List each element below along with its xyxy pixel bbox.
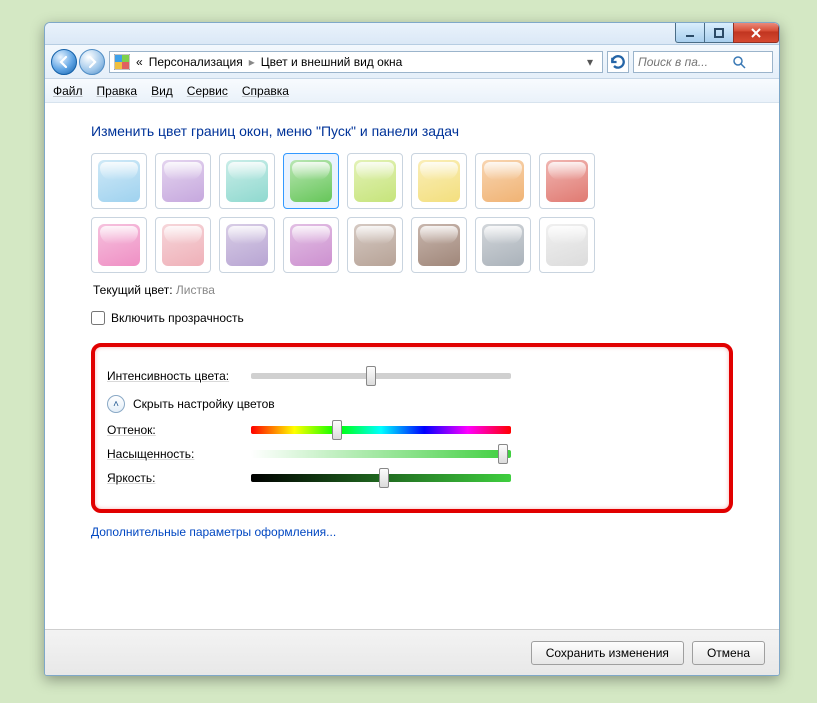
minimize-button[interactable] (675, 23, 705, 43)
brightness-thumb[interactable] (379, 468, 389, 488)
color-swatch-chocolate[interactable] (411, 217, 467, 273)
refresh-button[interactable] (607, 51, 629, 73)
hue-row: Оттенок: (107, 423, 713, 437)
current-color-label: Текущий цвет: (93, 283, 173, 297)
title-bar (45, 23, 779, 45)
color-swatch-taupe[interactable] (347, 217, 403, 273)
color-swatch-lavender[interactable] (283, 217, 339, 273)
color-swatch-ruby[interactable] (539, 153, 595, 209)
brightness-label: Яркость: (107, 471, 239, 485)
brightness-slider[interactable] (251, 474, 511, 482)
menu-view[interactable]: Вид (151, 84, 173, 98)
intensity-slider[interactable] (251, 373, 511, 379)
current-color-value: Листва (176, 283, 215, 297)
saturation-label: Насыщенность: (107, 447, 239, 461)
menu-bar: Файл Правка Вид Сервис Справка (45, 79, 779, 103)
color-swatch-pumpkin[interactable] (475, 153, 531, 209)
chevron-up-icon: ˄ (107, 395, 125, 413)
maximize-button[interactable] (704, 23, 734, 43)
breadcrumb-prefix: « (136, 55, 143, 69)
search-input[interactable] (638, 55, 728, 69)
close-button[interactable] (733, 23, 779, 43)
page-title: Изменить цвет границ окон, меню "Пуск" и… (91, 123, 733, 139)
transparency-checkbox[interactable]: Включить прозрачность (91, 311, 733, 325)
hue-slider[interactable] (251, 426, 511, 434)
color-swatch-slate[interactable] (475, 217, 531, 273)
breadcrumb-sep-icon: ▸ (249, 55, 255, 69)
content-area: Изменить цвет границ окон, меню "Пуск" и… (45, 103, 779, 629)
color-swatch-sea[interactable] (219, 153, 275, 209)
brightness-row: Яркость: (107, 471, 713, 485)
address-dropdown-icon[interactable]: ▾ (582, 55, 598, 69)
back-button[interactable] (51, 49, 77, 75)
search-icon (732, 55, 746, 69)
personalization-icon (114, 54, 130, 70)
saturation-thumb[interactable] (498, 444, 508, 464)
color-swatch-twilight[interactable] (155, 153, 211, 209)
hue-label: Оттенок: (107, 423, 239, 437)
forward-button[interactable] (79, 49, 105, 75)
nav-bar: « Персонализация ▸ Цвет и внешний вид ок… (45, 45, 779, 79)
color-swatch-sky[interactable] (91, 153, 147, 209)
intensity-label: Интенсивность цвета: (107, 369, 239, 383)
saturation-slider[interactable] (251, 450, 511, 458)
color-swatches (91, 153, 733, 273)
save-button[interactable]: Сохранить изменения (531, 641, 684, 665)
transparency-input[interactable] (91, 311, 105, 325)
breadcrumb-current[interactable]: Цвет и внешний вид окна (261, 55, 403, 69)
color-swatch-lime[interactable] (347, 153, 403, 209)
hue-thumb[interactable] (332, 420, 342, 440)
transparency-label: Включить прозрачность (111, 311, 244, 325)
color-swatch-blush[interactable] (155, 217, 211, 273)
window: « Персонализация ▸ Цвет и внешний вид ок… (44, 22, 780, 676)
color-swatch-fuchsia[interactable] (91, 217, 147, 273)
color-mixer-toggle[interactable]: ˄ Скрыть настройку цветов (107, 395, 713, 413)
menu-edit[interactable]: Правка (97, 84, 138, 98)
color-swatch-leaf[interactable] (283, 153, 339, 209)
menu-file[interactable]: Файл (53, 84, 83, 98)
footer: Сохранить изменения Отмена (45, 629, 779, 675)
color-swatch-frost[interactable] (539, 217, 595, 273)
menu-help[interactable]: Справка (242, 84, 289, 98)
saturation-row: Насыщенность: (107, 447, 713, 461)
color-mixer-toggle-label: Скрыть настройку цветов (133, 397, 275, 411)
address-bar[interactable]: « Персонализация ▸ Цвет и внешний вид ок… (109, 51, 603, 73)
cancel-button[interactable]: Отмена (692, 641, 765, 665)
menu-tools[interactable]: Сервис (187, 84, 228, 98)
intensity-row: Интенсивность цвета: (107, 369, 713, 383)
color-swatch-violet[interactable] (219, 217, 275, 273)
advanced-appearance-link[interactable]: Дополнительные параметры оформления... (91, 525, 733, 539)
current-color: Текущий цвет: Листва (93, 283, 733, 297)
breadcrumb-parent[interactable]: Персонализация (149, 55, 243, 69)
color-swatch-sun[interactable] (411, 153, 467, 209)
search-box[interactable] (633, 51, 773, 73)
intensity-thumb[interactable] (366, 366, 376, 386)
color-mixer-highlight: Интенсивность цвета: ˄ Скрыть настройку … (91, 343, 733, 513)
